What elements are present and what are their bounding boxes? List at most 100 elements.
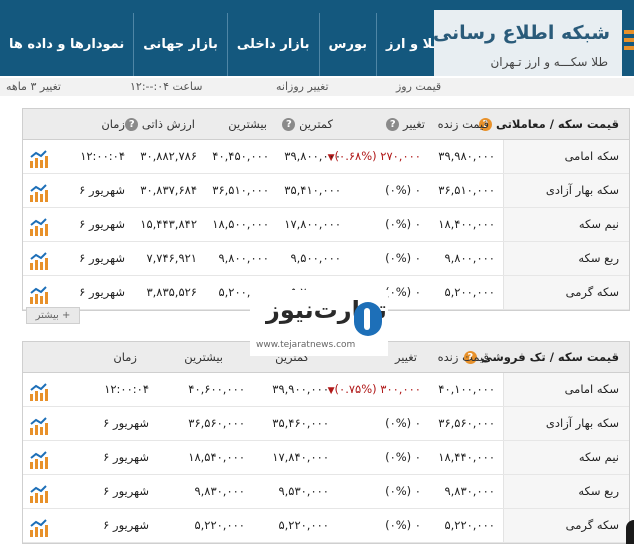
coin-name[interactable]: سکه گرمی <box>503 276 629 309</box>
menu-icon[interactable] <box>624 30 634 56</box>
cell-live: ۹,۸۳۰,۰۰۰ <box>444 484 495 498</box>
daily-change-label: تغییر روزانه <box>276 80 329 93</box>
cell-live: ۱۸,۴۰۰,۰۰۰ <box>438 217 495 231</box>
corner-decoration <box>626 520 634 544</box>
chart-icon[interactable] <box>29 183 49 203</box>
table-row[interactable]: سکه بهار آزادی ۳۶,۵۱۰,۰۰۰ (۰%) ۰ ۳۵,۴۱۰,۰۰۰… <box>23 174 629 208</box>
cell-change: (۰%) ۰ <box>385 285 421 299</box>
cell-live: ۵,۲۲۰,۰۰۰ <box>444 518 495 532</box>
col-max[interactable]: بیشترین <box>228 117 267 131</box>
coin-name[interactable]: نیم سکه <box>503 441 629 474</box>
chart-icon[interactable] <box>29 382 49 402</box>
more-button[interactable]: بیشتر + <box>26 307 80 324</box>
chart-icon[interactable] <box>29 251 49 271</box>
chart-icon[interactable] <box>29 416 49 436</box>
coin-name[interactable]: ربع سکه <box>503 242 629 275</box>
chart-icon[interactable] <box>29 285 49 305</box>
site-title: شبکه اطلاع رسانی <box>432 22 610 44</box>
cell-min: ۳۹,۸۰۰,۰۰۰ <box>284 149 341 163</box>
cell-intrinsic: ۱۵,۴۴۳,۸۴۲ <box>140 217 197 231</box>
col-time[interactable]: زمان <box>101 117 125 131</box>
col-change[interactable]: تغییر <box>395 350 417 364</box>
table-row[interactable]: ربع سکه ۹,۸۰۰,۰۰۰ (۰%) ۰ ۹,۵۰۰,۰۰۰ ۹,۸۰۰,۰۰۰… <box>23 242 629 276</box>
col-live[interactable]: قیمت زنده <box>438 350 489 364</box>
cell-change: (۰%) ۰ <box>385 450 421 464</box>
cell-min: ۹,۵۳۰,۰۰۰ <box>278 484 329 498</box>
coin-name[interactable]: سکه امامی <box>503 140 629 173</box>
cell-max: ۹,۸۰۰,۰۰۰ <box>218 251 269 265</box>
chart-icon[interactable] <box>29 484 49 504</box>
coin-name[interactable]: ربع سکه <box>503 475 629 508</box>
cell-intrinsic: ۳۰,۸۳۷,۶۸۴ <box>140 183 197 197</box>
main-nav: نمودارها و داده ها بازار جهانی بازار داخ… <box>0 13 445 76</box>
cell-time: ۶ شهریور <box>103 518 149 532</box>
cell-time: ۶ شهریور <box>79 285 125 299</box>
nav-global-market[interactable]: بازار جهانی <box>133 13 227 76</box>
cell-live: ۱۸,۴۴۰,۰۰۰ <box>438 450 495 464</box>
cell-change: ▼(۰.۷۵%) ۳۰۰,۰۰۰ <box>327 382 421 396</box>
cell-max: ۱۸,۵۴۰,۰۰۰ <box>188 450 245 464</box>
coin-name[interactable]: سکه امامی <box>503 373 629 406</box>
cell-min: ۳۵,۴۱۰,۰۰۰ <box>284 183 341 197</box>
coin-name[interactable]: نیم سکه <box>503 208 629 241</box>
cell-max: ۴۰,۴۵۰,۰۰۰ <box>212 149 269 163</box>
three-month-change-label: تغییر ۳ ماهه <box>6 80 61 93</box>
chart-icon[interactable] <box>29 450 49 470</box>
cell-min: ۱۷,۸۴۰,۰۰۰ <box>272 450 329 464</box>
help-icon[interactable]: ? <box>282 118 296 131</box>
table-row[interactable]: سکه امامی ۳۹,۹۸۰,۰۰۰ ▼(۰.۶۸%) ۲۷۰,۰۰۰ ۳۹,۸۰… <box>23 140 629 174</box>
col-intrinsic[interactable]: ارزش ذاتی <box>142 117 195 131</box>
coin-name[interactable]: سکه بهار آزادی <box>503 174 629 207</box>
brand-logo-icon <box>354 302 382 336</box>
cell-min: ۳۹,۹۰۰,۰۰۰ <box>272 382 329 396</box>
cell-live: ۳۶,۵۱۰,۰۰۰ <box>438 183 495 197</box>
brand-watermark: تجارت‌نیوز www.tejaratnews.com <box>250 290 388 356</box>
cell-max: ۱۸,۵۰۰,۰۰۰ <box>212 217 269 231</box>
cell-max: ۴۰,۶۰۰,۰۰۰ <box>188 382 245 396</box>
cell-live: ۳۶,۵۶۰,۰۰۰ <box>438 416 495 430</box>
col-live[interactable]: قیمت زنده <box>438 117 489 131</box>
col-change[interactable]: تغییر <box>403 117 425 131</box>
cell-time: ۶ شهریور <box>103 484 149 498</box>
panel-header: قیمت سکه / معاملاتی ? قیمت زنده تغییر ? … <box>23 109 629 140</box>
site-logo[interactable]: شبکه اطلاع رسانی طلا سکـــه و ارز تـهران <box>432 10 622 76</box>
help-icon[interactable]: ? <box>386 118 400 131</box>
chart-icon[interactable] <box>29 149 49 169</box>
col-min[interactable]: کمترین <box>299 117 333 131</box>
table-row[interactable]: ربع سکه ۹,۸۳۰,۰۰۰ (۰%) ۰ ۹,۵۳۰,۰۰۰ ۹,۸۳۰,۰۰۰… <box>23 475 629 509</box>
help-icon[interactable]: ? <box>125 118 139 131</box>
coin-name[interactable]: سکه بهار آزادی <box>503 407 629 440</box>
cell-min: ۳۵,۴۶۰,۰۰۰ <box>272 416 329 430</box>
cell-min: ۱۷,۸۰۰,۰۰۰ <box>284 217 341 231</box>
table-body: سکه امامی ۴۰,۱۰۰,۰۰۰ ▼(۰.۷۵%) ۳۰۰,۰۰۰ ۳۹,۹۰… <box>23 373 629 543</box>
cell-intrinsic: ۷,۷۴۶,۹۲۱ <box>146 251 197 265</box>
cell-live: ۵,۲۰۰,۰۰۰ <box>444 285 495 299</box>
table-row[interactable]: سکه امامی ۴۰,۱۰۰,۰۰۰ ▼(۰.۷۵%) ۳۰۰,۰۰۰ ۳۹,۹۰… <box>23 373 629 407</box>
table-row[interactable]: نیم سکه ۱۸,۴۴۰,۰۰۰ (۰%) ۰ ۱۷,۸۴۰,۰۰۰ ۱۸,۵۴۰,… <box>23 441 629 475</box>
top-header: نمودارها و داده ها بازار جهانی بازار داخ… <box>0 0 634 76</box>
coin-retail-panel: قیمت سکه / تک فروشی ? قیمت زنده تغییر کم… <box>22 341 630 544</box>
cell-change: (۰%) ۰ <box>385 484 421 498</box>
cell-change: (۰%) ۰ <box>385 518 421 532</box>
nav-domestic-market[interactable]: بازار داخلی <box>226 13 319 76</box>
nav-bourse[interactable]: بورس <box>318 13 376 76</box>
table-row[interactable]: سکه بهار آزادی ۳۶,۵۶۰,۰۰۰ (۰%) ۰ ۳۵,۴۶۰,۰۰۰… <box>23 407 629 441</box>
cell-max: ۳۶,۵۶۰,۰۰۰ <box>188 416 245 430</box>
cell-max: ۳۶,۵۱۰,۰۰۰ <box>212 183 269 197</box>
chart-icon[interactable] <box>29 518 49 538</box>
cell-time: ۶ شهریور <box>79 217 125 231</box>
cell-min: ۹,۵۰۰,۰۰۰ <box>290 251 341 265</box>
table-row[interactable]: نیم سکه ۱۸,۴۰۰,۰۰۰ (۰%) ۰ ۱۷,۸۰۰,۰۰۰ ۱۸,۵۰۰,… <box>23 208 629 242</box>
cell-max: ۹,۸۳۰,۰۰۰ <box>194 484 245 498</box>
nav-charts[interactable]: نمودارها و داده ها <box>0 13 133 76</box>
cell-change: (۰%) ۰ <box>385 217 421 231</box>
cell-time: ۶ شهریور <box>79 251 125 265</box>
cell-max: ۵,۲۲۰,۰۰۰ <box>194 518 245 532</box>
cell-change: (۰%) ۰ <box>385 416 421 430</box>
coin-name[interactable]: سکه گرمی <box>503 509 629 542</box>
col-time[interactable]: زمان <box>113 350 137 364</box>
chart-icon[interactable] <box>29 217 49 237</box>
table-row[interactable]: سکه گرمی ۵,۲۲۰,۰۰۰ (۰%) ۰ ۵,۲۲۰,۰۰۰ ۵,۲۲۰,۰۰… <box>23 509 629 543</box>
cell-time: ۶ شهریور <box>103 416 149 430</box>
col-max[interactable]: بیشترین <box>184 350 223 364</box>
